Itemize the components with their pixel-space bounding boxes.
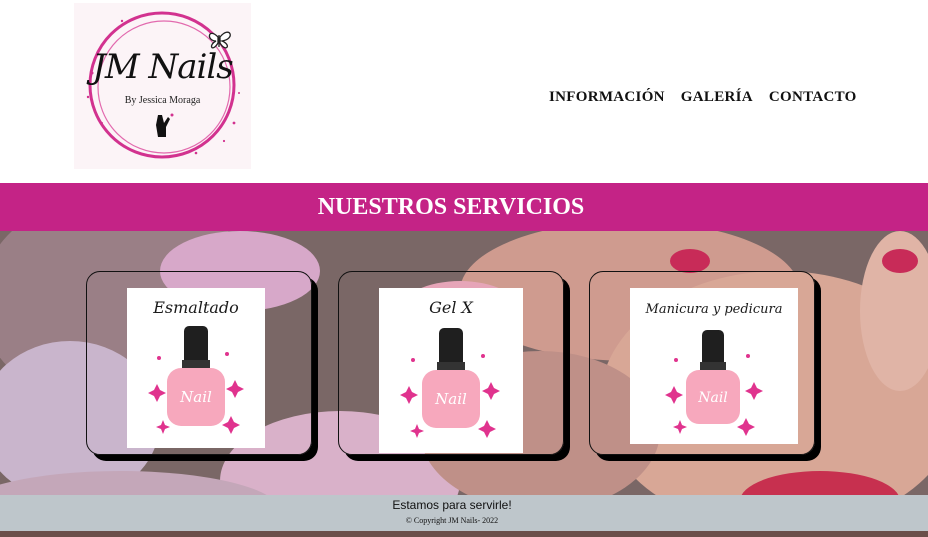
service-image-gel-x: Gel X Nail xyxy=(379,288,523,453)
footer-message: Estamos para servirle! xyxy=(392,498,512,512)
services-heading: NUESTROS SERVICIOS xyxy=(317,194,585,220)
logo-subtitle: By Jessica Moraga xyxy=(124,95,201,106)
nav-informacion[interactable]: INFORMACIÓN xyxy=(549,89,665,106)
svg-text:Nail: Nail xyxy=(434,390,467,408)
site-header: JM Nails By Jessica Moraga INFORMACIÓN G… xyxy=(0,0,928,183)
site-footer: Estamos para servirle! © Copyright JM Na… xyxy=(0,495,928,531)
service-image-manicura: Manicura y pedicura Nail xyxy=(630,288,798,444)
nav-galeria[interactable]: GALERÍA xyxy=(681,89,753,106)
footer-copyright: © Copyright JM Nails- 2022 xyxy=(405,516,499,525)
nail-polish-icon: Nail xyxy=(148,326,244,434)
nail-polish-icon: Nail xyxy=(400,328,500,438)
service-card-esmaltado[interactable]: Esmaltado Nail xyxy=(86,271,312,455)
services-banner: NUESTROS SERVICIOS xyxy=(0,183,928,231)
logo-title: JM Nails xyxy=(92,47,233,87)
hand-icon xyxy=(156,113,174,137)
nav-contacto[interactable]: CONTACTO xyxy=(769,89,857,106)
svg-text:Nail: Nail xyxy=(179,388,212,406)
svg-text:Nail: Nail xyxy=(697,390,728,406)
main-nav: INFORMACIÓN GALERÍA CONTACTO xyxy=(549,89,857,106)
nail-polish-icon: Nail xyxy=(665,330,763,436)
service-card-gel-x[interactable]: Gel X Nail xyxy=(338,271,564,455)
bottom-photo-strip xyxy=(0,531,928,537)
butterfly-icon xyxy=(208,31,231,49)
logo[interactable]: JM Nails By Jessica Moraga xyxy=(74,3,251,169)
hero-background: Esmaltado Nail Gel X Nail Manicura y ped… xyxy=(0,231,928,537)
service-image-esmaltado: Esmaltado Nail xyxy=(127,288,265,448)
service-card-manicura[interactable]: Manicura y pedicura Nail xyxy=(589,271,815,455)
